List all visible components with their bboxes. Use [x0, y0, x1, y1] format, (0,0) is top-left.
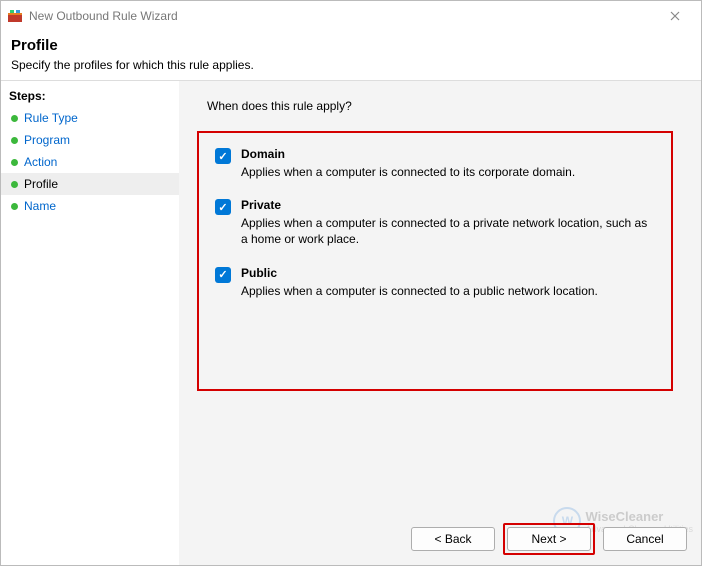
wizard-window: New Outbound Rule Wizard Profile Specify…: [0, 0, 702, 566]
option-private[interactable]: ✓ Private Applies when a computer is con…: [215, 198, 655, 247]
next-button-highlight: Next >: [503, 523, 595, 555]
check-icon: ✓: [218, 201, 227, 214]
step-action[interactable]: Action: [1, 151, 179, 173]
option-title: Public: [241, 266, 598, 280]
steps-label: Steps:: [1, 85, 179, 107]
option-desc: Applies when a computer is connected to …: [241, 164, 575, 180]
cancel-button[interactable]: Cancel: [603, 527, 687, 551]
firewall-icon: [7, 8, 23, 24]
step-name[interactable]: Name: [1, 195, 179, 217]
next-button[interactable]: Next >: [507, 527, 591, 551]
step-label: Action: [24, 155, 57, 169]
option-title: Domain: [241, 147, 575, 161]
profile-options-highlight: ✓ Domain Applies when a computer is conn…: [197, 131, 673, 391]
step-label: Rule Type: [24, 111, 78, 125]
close-icon: [670, 9, 680, 24]
option-title: Private: [241, 198, 655, 212]
wizard-content: When does this rule apply? ✓ Domain Appl…: [179, 81, 701, 565]
close-button[interactable]: [655, 1, 695, 31]
step-bullet-icon: [11, 203, 18, 210]
page-title: Profile: [11, 37, 691, 54]
step-bullet-icon: [11, 115, 18, 122]
step-label: Program: [24, 133, 70, 147]
check-icon: ✓: [218, 268, 227, 281]
content-prompt: When does this rule apply?: [207, 99, 683, 113]
step-label: Name: [24, 199, 56, 213]
step-bullet-icon: [11, 137, 18, 144]
option-desc: Applies when a computer is connected to …: [241, 283, 598, 299]
steps-sidebar: Steps: Rule Type Program Action Profile …: [1, 81, 179, 565]
titlebar: New Outbound Rule Wizard: [1, 1, 701, 31]
wizard-footer: < Back Next > Cancel: [411, 523, 687, 555]
step-rule-type[interactable]: Rule Type: [1, 107, 179, 129]
watermark-brand: WiseCleaner: [585, 509, 693, 524]
checkbox-private[interactable]: ✓: [215, 199, 231, 215]
back-button[interactable]: < Back: [411, 527, 495, 551]
wizard-header: Profile Specify the profiles for which t…: [1, 31, 701, 81]
step-profile[interactable]: Profile: [1, 173, 179, 195]
check-icon: ✓: [218, 150, 227, 163]
option-domain[interactable]: ✓ Domain Applies when a computer is conn…: [215, 147, 655, 180]
step-bullet-icon: [11, 181, 18, 188]
step-label: Profile: [24, 177, 58, 191]
step-program[interactable]: Program: [1, 129, 179, 151]
page-subtitle: Specify the profiles for which this rule…: [11, 58, 691, 72]
checkbox-domain[interactable]: ✓: [215, 148, 231, 164]
step-bullet-icon: [11, 159, 18, 166]
option-desc: Applies when a computer is connected to …: [241, 215, 655, 247]
window-title: New Outbound Rule Wizard: [29, 9, 178, 23]
option-public[interactable]: ✓ Public Applies when a computer is conn…: [215, 266, 655, 299]
wizard-body: Steps: Rule Type Program Action Profile …: [1, 81, 701, 565]
checkbox-public[interactable]: ✓: [215, 267, 231, 283]
